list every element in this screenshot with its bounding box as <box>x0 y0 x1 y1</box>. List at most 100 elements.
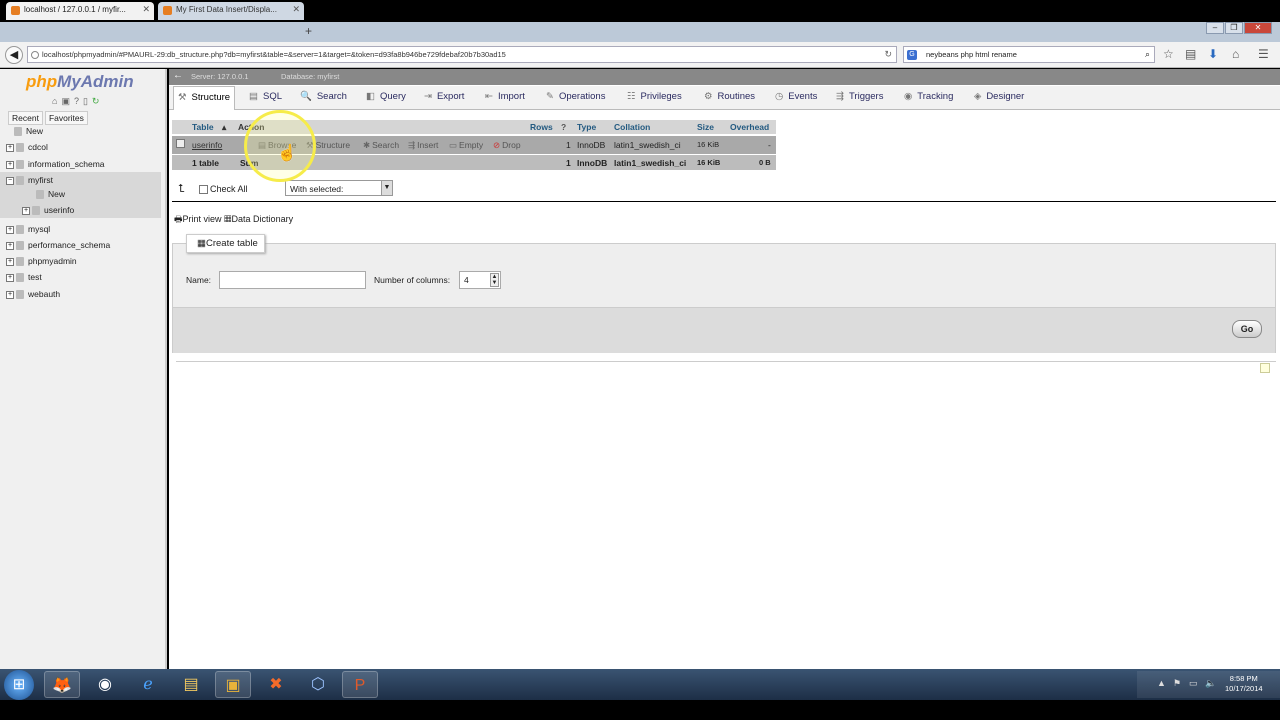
sidebar-item-phpmyadmin[interactable]: + phpmyadmin <box>6 254 77 268</box>
sort-icon[interactable]: ▴ <box>222 122 226 133</box>
column-header-rows[interactable]: Rows <box>530 122 553 132</box>
video-player-icon[interactable]: ▣ <box>215 671 251 698</box>
home-icon[interactable]: ⌂ <box>1232 47 1239 61</box>
expand-icon[interactable]: + <box>6 225 14 234</box>
phpmyadmin-logo[interactable]: phpMyAdmin <box>26 72 134 92</box>
search-icon[interactable]: ⌕ <box>1145 49 1150 60</box>
check-all-label[interactable]: Check All <box>210 184 248 194</box>
help-icon[interactable]: ? <box>74 96 83 106</box>
sidebar-item-performance-schema[interactable]: + performance_schema <box>6 238 110 252</box>
check-all[interactable]: ⮤ Check All <box>178 183 248 196</box>
tab-designer[interactable]: ◈ Designer <box>974 91 1024 102</box>
tab-operations[interactable]: ✎ Operations <box>546 91 605 102</box>
downloads-icon[interactable]: ⬇ <box>1208 47 1218 61</box>
display-icon[interactable]: ▭ <box>1189 678 1198 689</box>
tab-import[interactable]: ⇤ Import <box>485 91 525 102</box>
expand-icon[interactable]: + <box>6 160 14 169</box>
close-tab-icon[interactable]: ✕ <box>142 4 150 15</box>
tab-events[interactable]: ◷ Events <box>775 91 817 102</box>
expand-icon[interactable]: + <box>6 273 14 282</box>
browser-search-box[interactable]: G neybeans php html rename ⌕ <box>903 46 1155 63</box>
collapse-panel-icon[interactable]: ← <box>173 70 183 81</box>
reload-icon[interactable]: ↻ <box>884 49 892 60</box>
powerpoint-icon[interactable]: P <box>342 671 378 698</box>
xampp-icon[interactable]: ✖ <box>258 671 294 698</box>
sidebar-item-webauth[interactable]: + webauth <box>6 287 60 301</box>
column-header-type[interactable]: Type <box>577 122 596 132</box>
browser-tab-data-insert[interactable]: My First Data Insert/Displa... ✕ <box>158 2 304 20</box>
minimize-button[interactable]: – <box>1206 22 1224 34</box>
volume-icon[interactable]: 🔈 <box>1205 678 1216 689</box>
start-button[interactable]: ⊞ <box>4 670 34 700</box>
tab-privileges[interactable]: ☷ Privileges <box>627 91 682 102</box>
address-bar[interactable]: localhost/phpmyadmin/#PMAURL-29:db_struc… <box>27 46 897 63</box>
chrome-icon[interactable]: ◉ <box>87 671 123 698</box>
maximize-button[interactable]: ❐ <box>1225 22 1243 34</box>
new-tab-button[interactable]: + <box>305 24 312 38</box>
tab-export[interactable]: ⇥ Export <box>424 91 464 102</box>
close-window-button[interactable]: ✕ <box>1244 22 1272 34</box>
insert-action[interactable]: ⇶ Insert <box>408 140 438 151</box>
sidebar-item-myfirst[interactable]: − myfirst <box>6 173 53 187</box>
back-button[interactable]: ◀ <box>5 46 23 64</box>
column-header-table[interactable]: Table <box>192 122 214 132</box>
with-selected-dropdown[interactable]: With selected: ▼ <box>285 180 393 196</box>
columns-stepper[interactable]: 4 ▲ ▼ <box>459 271 501 289</box>
system-clock[interactable]: 8:58 PM 10/17/2014 <box>1225 674 1263 694</box>
sidebar-item-information-schema[interactable]: + information_schema <box>6 157 105 171</box>
bookmarks-list-icon[interactable]: ▤ <box>1185 47 1196 61</box>
sidebar-item-new-table[interactable]: New <box>36 187 65 201</box>
drop-action[interactable]: ⊘ Drop <box>493 140 521 151</box>
expand-icon[interactable]: + <box>6 257 14 266</box>
tab-query[interactable]: ◧ Query <box>366 91 406 102</box>
print-view-link[interactable]: Print view <box>183 214 222 224</box>
help-icon[interactable]: ? <box>561 122 566 132</box>
action-center-flag-icon[interactable]: ⚑ <box>1173 678 1181 689</box>
table-name-input[interactable] <box>219 271 366 289</box>
console-icon[interactable] <box>1260 363 1270 373</box>
size-value[interactable]: 16 KiB <box>697 140 719 149</box>
collapse-icon[interactable]: − <box>6 176 14 185</box>
column-header-collation[interactable]: Collation <box>614 122 650 132</box>
tab-routines[interactable]: ⚙ Routines <box>704 91 755 102</box>
tab-search[interactable]: 🔍 Search <box>300 91 347 102</box>
firefox-icon[interactable]: 🦊 <box>44 671 80 698</box>
spinner-arrows-icon[interactable]: ▲ ▼ <box>490 273 499 287</box>
go-button[interactable]: Go <box>1232 320 1262 338</box>
tab-sql[interactable]: ▤ SQL <box>249 91 282 102</box>
close-tab-icon[interactable]: ✕ <box>292 4 300 15</box>
tab-triggers[interactable]: ⇶ Triggers <box>836 91 883 102</box>
expand-icon[interactable]: + <box>6 143 14 152</box>
logout-icon[interactable]: ▣ <box>61 96 74 106</box>
column-header-overhead[interactable]: Overhead <box>730 122 769 132</box>
menu-icon[interactable]: ☰ <box>1258 47 1269 61</box>
show-hidden-icons-icon[interactable]: ▲ <box>1157 678 1166 688</box>
sidebar-item-new-database[interactable]: New <box>14 124 43 138</box>
tab-structure[interactable]: ⚒ Structure <box>173 86 236 110</box>
google-search-engine-icon[interactable]: G <box>907 50 917 60</box>
check-all-checkbox[interactable] <box>199 185 209 195</box>
column-header-size[interactable]: Size <box>697 122 714 132</box>
recent-tab[interactable]: Recent <box>8 111 43 125</box>
search-action[interactable]: ✱ Search <box>363 140 399 151</box>
breadcrumb-database[interactable]: Database: myfirst <box>281 72 339 81</box>
expand-icon[interactable]: + <box>6 290 14 299</box>
tab-tracking[interactable]: ◉ Tracking <box>904 91 953 102</box>
virtualbox-icon[interactable]: ⬡ <box>300 671 336 698</box>
docs-icon[interactable]: ▯ <box>83 96 92 106</box>
expand-icon[interactable]: + <box>6 241 14 250</box>
favorites-tab[interactable]: Favorites <box>44 111 88 125</box>
sidebar-item-mysql[interactable]: + mysql <box>6 222 50 236</box>
data-dictionary-link[interactable]: Data Dictionary <box>232 214 294 224</box>
row-checkbox[interactable] <box>176 139 185 148</box>
bookmark-star-icon[interactable]: ☆ <box>1163 47 1174 61</box>
sidebar-item-cdcol[interactable]: + cdcol <box>6 140 48 154</box>
reload-icon[interactable]: ↻ <box>92 96 104 106</box>
expand-icon[interactable]: + <box>22 206 30 215</box>
sidebar-item-test[interactable]: + test <box>6 270 42 284</box>
empty-action[interactable]: ▭ Empty <box>449 140 483 151</box>
sidebar-item-userinfo[interactable]: + userinfo <box>22 203 74 217</box>
file-explorer-icon[interactable]: ▤ <box>173 671 209 698</box>
browser-tab-phpmyadmin[interactable]: localhost / 127.0.0.1 / myfir... ✕ <box>6 2 154 20</box>
internet-explorer-icon[interactable]: ℯ <box>130 671 166 698</box>
